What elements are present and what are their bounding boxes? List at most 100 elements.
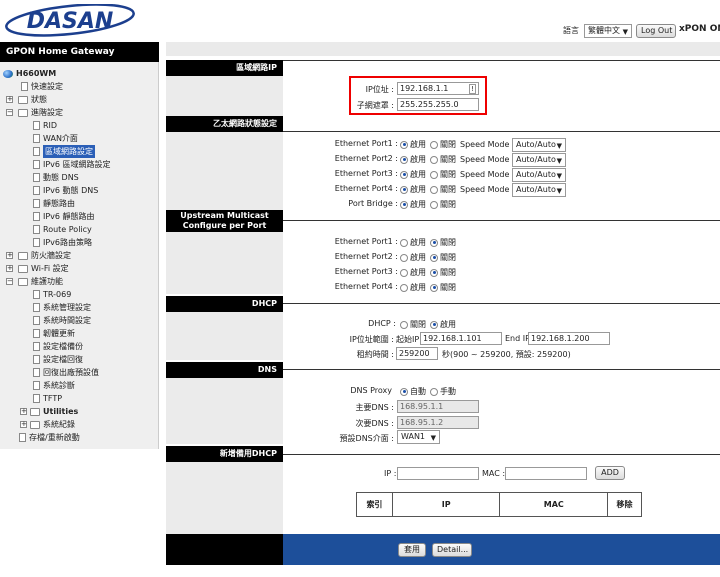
col-index: 索引 xyxy=(356,492,393,517)
radio-disable[interactable] xyxy=(430,185,438,194)
expand-icon[interactable]: + xyxy=(6,96,13,103)
default-dns-select[interactable]: WAN1 ▼ xyxy=(397,430,440,444)
radio-disable[interactable] xyxy=(430,140,438,149)
logout-button[interactable]: Log Out xyxy=(636,24,676,38)
static-mac-input[interactable] xyxy=(505,467,587,480)
nav-item-tftp[interactable]: TFTP xyxy=(32,392,62,405)
eth-port3-label: Ethernet Port3 : xyxy=(334,169,398,178)
nav-item-ipv6-ddns[interactable]: IPv6 動態 DNS xyxy=(32,184,98,197)
product-name: xPON ONU xyxy=(679,24,720,34)
language-label: 語言 xyxy=(563,26,579,35)
nav-item-backup[interactable]: 設定檔備份 xyxy=(32,340,83,353)
nav-item-utilities[interactable]: Utilities xyxy=(30,405,78,418)
nav-item-route-policy[interactable]: Route Policy xyxy=(32,223,92,236)
expand-icon[interactable]: + xyxy=(6,265,13,272)
radio-enable[interactable] xyxy=(400,283,408,292)
nav-item-wan[interactable]: WAN介面 xyxy=(32,132,78,145)
folder-open-icon xyxy=(18,108,28,117)
radio-on[interactable] xyxy=(430,320,438,329)
folder-icon xyxy=(18,95,28,104)
nav-item-ipv6-static-route[interactable]: IPv6 靜態路由 xyxy=(32,210,95,223)
detail-button[interactable]: Detail... xyxy=(432,543,472,557)
nav-item-factory-reset[interactable]: 回復出廠預設值 xyxy=(32,366,99,379)
table-header-row: 索引 IP MAC 移除 xyxy=(356,492,642,517)
radio-disable[interactable] xyxy=(430,283,438,292)
lease-input[interactable]: 259200 xyxy=(396,347,438,360)
expand-icon[interactable]: + xyxy=(6,252,13,259)
expand-icon[interactable]: + xyxy=(20,408,27,415)
nav-item-static-route[interactable]: 靜態路由 xyxy=(32,197,75,210)
collapse-icon[interactable]: − xyxy=(6,278,13,285)
secondary-dns-label: 次要DNS : xyxy=(355,419,394,428)
start-ip-input[interactable]: 192.168.1.101 xyxy=(420,332,502,345)
nav-item-tr069[interactable]: TR-069 xyxy=(32,288,71,301)
radio-enable[interactable] xyxy=(400,253,408,262)
nav-item-status[interactable]: 狀態 xyxy=(18,93,47,106)
nav-item-quick-setup[interactable]: 快速設定 xyxy=(20,80,63,93)
nav-item-ddns[interactable]: 動態 DNS xyxy=(32,171,79,184)
globe-icon xyxy=(3,69,13,78)
nav-item-firewall[interactable]: 防火牆設定 xyxy=(18,249,71,262)
page-icon xyxy=(33,316,40,325)
nav-root[interactable]: H660WM xyxy=(3,67,56,80)
nav-item-ipv6-lan[interactable]: IPv6 區域網路設定 xyxy=(32,158,111,171)
nav-item-admin[interactable]: 系統管理設定 xyxy=(32,301,91,314)
nav-item-maintenance[interactable]: 維護功能 xyxy=(18,275,63,288)
nav-item-save-reboot[interactable]: 存檔/重新啟動 xyxy=(18,431,80,444)
apply-button[interactable]: 套用 xyxy=(398,543,426,557)
divider xyxy=(283,131,720,132)
dns-proxy-radios: 自動 手動 xyxy=(400,386,460,397)
radio-enable[interactable] xyxy=(400,268,408,277)
lease-label: 租約時間 : xyxy=(356,350,394,359)
radio-disable[interactable] xyxy=(430,268,438,277)
radio-disable[interactable] xyxy=(430,238,438,247)
language-select[interactable]: 繁體中文 ▼ xyxy=(584,24,632,38)
page-icon xyxy=(33,290,40,299)
page-icon xyxy=(33,342,40,351)
page-icon xyxy=(33,186,40,195)
static-ip-input[interactable] xyxy=(397,467,479,480)
nav-item-ipv6-route-policy[interactable]: IPv6路由策略 xyxy=(32,236,92,249)
radio-manual[interactable] xyxy=(430,387,438,396)
add-button[interactable]: ADD xyxy=(595,466,625,480)
nav-item-firmware[interactable]: 韌體更新 xyxy=(32,327,75,340)
radio-disable[interactable] xyxy=(430,170,438,179)
secondary-dns-input[interactable]: 168.95.1.2 xyxy=(397,416,479,429)
folder-icon xyxy=(30,420,40,429)
page-icon xyxy=(33,225,40,234)
radio-enable[interactable] xyxy=(400,238,408,247)
nav-item-advanced[interactable]: 進階設定 xyxy=(18,106,63,119)
radio-enable[interactable] xyxy=(400,185,408,194)
page-icon xyxy=(33,147,40,156)
radio-auto[interactable] xyxy=(400,387,408,396)
highlight-box xyxy=(349,76,487,115)
divider xyxy=(283,220,720,221)
end-ip-input[interactable]: 192.168.1.200 xyxy=(528,332,610,345)
section-gutter xyxy=(166,462,283,534)
expand-icon[interactable]: + xyxy=(20,421,27,428)
radio-off[interactable] xyxy=(400,320,408,329)
nav-item-lan[interactable]: 區域網路設定 xyxy=(32,145,95,158)
eth-port3-speed-select[interactable]: Auto/Auto ▼ xyxy=(512,168,566,182)
eth-port1-speed-select[interactable]: Auto/Auto ▼ xyxy=(512,138,566,152)
primary-dns-input[interactable]: 168.95.1.1 xyxy=(397,400,479,413)
radio-disable[interactable] xyxy=(430,200,438,209)
radio-enable[interactable] xyxy=(400,200,408,209)
nav-item-wifi[interactable]: Wi-Fi 設定 xyxy=(18,262,69,275)
section-lan-ip: 區域網路IP xyxy=(166,60,283,76)
nav-item-restore[interactable]: 設定檔回復 xyxy=(32,353,83,366)
radio-enable[interactable] xyxy=(400,140,408,149)
nav-item-rid[interactable]: RID xyxy=(32,119,57,132)
nav-item-time[interactable]: 系統時間設定 xyxy=(32,314,91,327)
chevron-down-icon: ▼ xyxy=(622,28,628,36)
collapse-icon[interactable]: − xyxy=(6,109,13,116)
eth-port4-speed-select[interactable]: Auto/Auto ▼ xyxy=(512,183,566,197)
nav-item-syslog[interactable]: 系統紀錄 xyxy=(30,418,75,431)
radio-disable[interactable] xyxy=(430,253,438,262)
eth-port2-speed-select[interactable]: Auto/Auto ▼ xyxy=(512,153,566,167)
radio-enable[interactable] xyxy=(400,155,408,164)
radio-enable[interactable] xyxy=(400,170,408,179)
radio-disable[interactable] xyxy=(430,155,438,164)
folder-open-icon xyxy=(18,277,28,286)
nav-item-diagnostics[interactable]: 系統診斷 xyxy=(32,379,75,392)
